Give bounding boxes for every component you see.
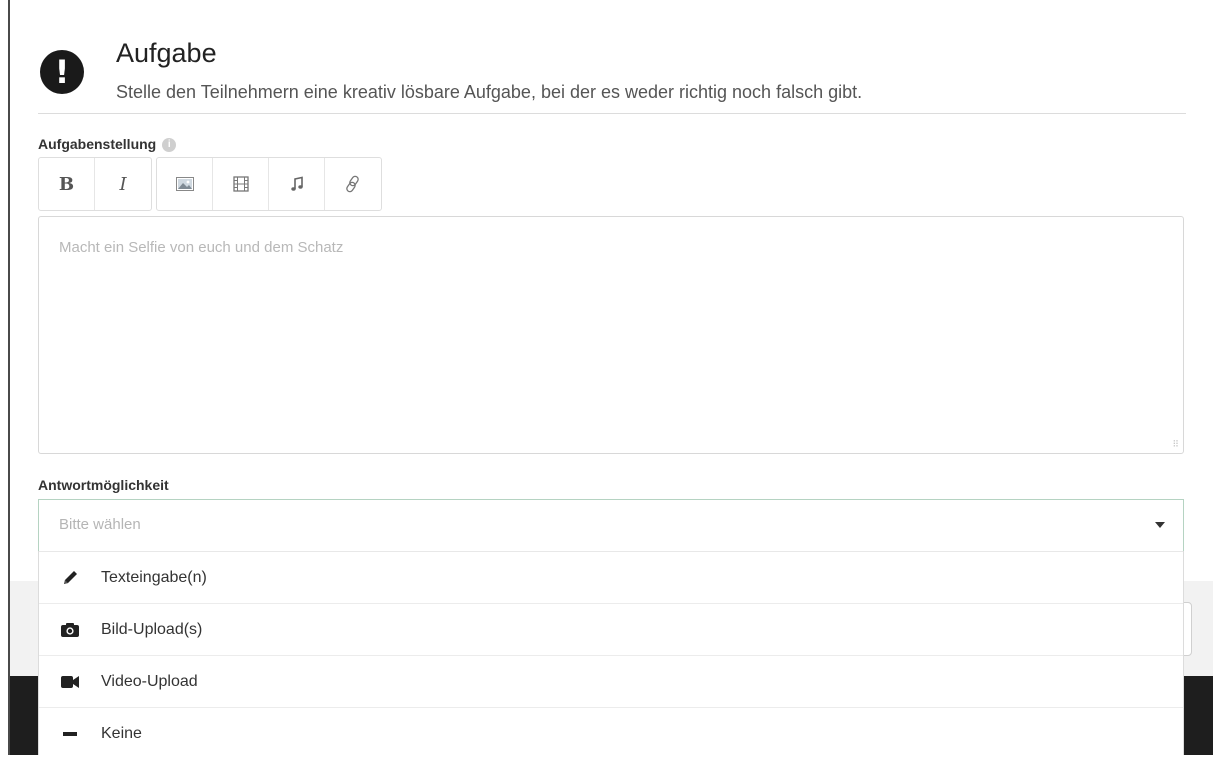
answer-select[interactable]: Bitte wählen: [38, 499, 1184, 551]
image-button[interactable]: [157, 158, 213, 210]
answer-label: Antwortmöglichkeit: [38, 477, 169, 493]
link-icon: [346, 175, 359, 193]
link-button[interactable]: [325, 158, 381, 210]
bold-button[interactable]: B: [39, 158, 95, 210]
resize-handle-icon[interactable]: ⠿: [1172, 439, 1179, 450]
video-camera-icon: [39, 675, 101, 689]
editor-toolbar: B I: [38, 157, 386, 211]
image-icon: [175, 177, 194, 191]
page-subtitle: Stelle den Teilnehmern eine kreativ lösb…: [116, 82, 863, 102]
film-icon: [232, 176, 249, 192]
exclamation-icon: !: [40, 50, 84, 94]
minus-icon: [39, 731, 101, 737]
option-label: Bild-Upload(s): [101, 620, 203, 638]
option-label: Keine: [101, 724, 142, 742]
italic-button[interactable]: I: [95, 158, 151, 210]
option-texteingabe[interactable]: Texteingabe(n): [39, 551, 1183, 603]
info-icon[interactable]: i: [162, 138, 177, 153]
format-group: B I: [38, 157, 152, 211]
media-group: [156, 157, 382, 211]
video-button[interactable]: [213, 158, 269, 210]
caret-down-icon: [1155, 522, 1165, 528]
header-divider: [38, 113, 1186, 114]
audio-button[interactable]: [269, 158, 325, 210]
answer-dropdown: Texteingabe(n) Bild-Upload(s) Video-Uplo…: [38, 551, 1184, 755]
option-video-upload[interactable]: Video-Upload: [39, 655, 1183, 707]
option-bild-upload[interactable]: Bild-Upload(s): [39, 603, 1183, 655]
music-icon: [290, 176, 303, 191]
task-textarea[interactable]: Macht ein Selfie von euch und dem Schatz…: [38, 216, 1184, 454]
pencil-icon: [39, 569, 101, 587]
page-title: Aufgabe: [116, 38, 217, 68]
task-label: Aufgabenstellung i: [38, 136, 177, 153]
option-label: Texteingabe(n): [101, 568, 207, 586]
task-placeholder: Macht ein Selfie von euch und dem Schatz: [59, 239, 344, 256]
answer-select-placeholder: Bitte wählen: [59, 516, 141, 533]
option-label: Video-Upload: [101, 672, 198, 690]
camera-icon: [39, 622, 101, 638]
task-label-text: Aufgabenstellung: [38, 136, 157, 152]
option-keine[interactable]: Keine: [39, 707, 1183, 759]
